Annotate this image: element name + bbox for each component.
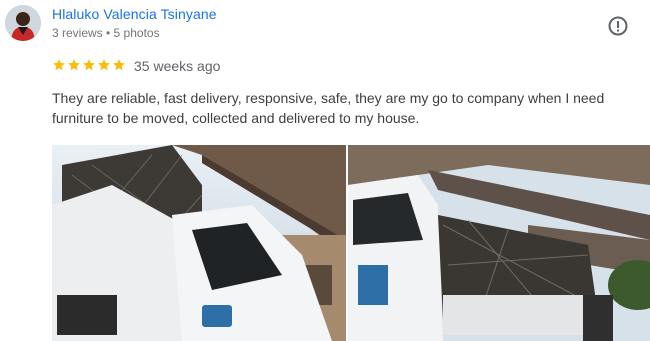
report-button[interactable] xyxy=(606,14,630,38)
review-time: 35 weeks ago xyxy=(134,58,221,74)
person-avatar-icon xyxy=(5,5,41,41)
review-photo-2[interactable] xyxy=(348,145,650,341)
star-icon xyxy=(68,59,80,71)
review-photo-1[interactable] xyxy=(52,145,346,341)
star-icon xyxy=(113,59,125,71)
star-rating xyxy=(52,58,126,74)
reviewer-meta: 3 reviews • 5 photos xyxy=(52,26,160,40)
truck-photo-icon xyxy=(348,145,650,341)
star-icon xyxy=(83,59,95,71)
report-exclamation-icon xyxy=(608,16,628,36)
reviewer-avatar[interactable] xyxy=(5,5,41,41)
truck-photo-icon xyxy=(52,145,346,341)
review-text: They are reliable, fast delivery, respon… xyxy=(52,90,605,126)
reviewer-name[interactable]: Hlaluko Valencia Tsinyane xyxy=(52,6,217,22)
star-icon xyxy=(53,59,65,71)
star-icon xyxy=(98,59,110,71)
